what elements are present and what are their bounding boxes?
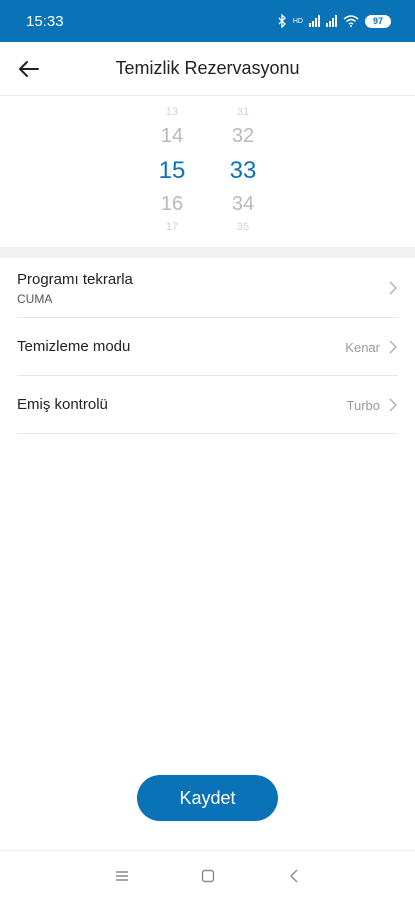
minute-next[interactable]: 34 xyxy=(213,193,273,216)
menu-icon[interactable] xyxy=(113,867,131,885)
network-type-label: HD xyxy=(292,17,303,25)
cleaning-mode-label: Temizleme modu xyxy=(17,338,131,355)
status-icons: HD 97 xyxy=(278,14,391,28)
home-icon[interactable] xyxy=(199,867,217,885)
hour-far-prev: 13 xyxy=(165,106,179,118)
chevron-right-icon xyxy=(389,340,397,354)
signal-icon xyxy=(309,15,320,27)
cleaning-mode-value: Kenar xyxy=(345,340,380,355)
suction-control-value: Turbo xyxy=(346,398,380,413)
bluetooth-icon xyxy=(278,14,286,28)
back-arrow-icon[interactable] xyxy=(16,56,42,82)
page-title: Temizlik Rezervasyonu xyxy=(115,58,300,78)
minute-prev[interactable]: 32 xyxy=(213,125,273,148)
app-bar: Temizlik Rezervasyonu xyxy=(0,42,415,96)
hour-selected[interactable]: 15 xyxy=(142,157,202,185)
repeat-program-value: CUMA xyxy=(17,292,53,306)
cleaning-mode-row[interactable]: Temizleme modu Kenar xyxy=(17,318,398,376)
status-time: 15:33 xyxy=(26,12,64,30)
repeat-program-row[interactable]: Programı tekrarla CUMA xyxy=(17,258,398,318)
hour-far-next: 17 xyxy=(165,221,179,233)
chevron-right-icon xyxy=(389,398,397,412)
battery-icon: 97 xyxy=(365,14,391,28)
minute-far-next: 35 xyxy=(236,221,250,233)
chevron-right-icon xyxy=(389,281,397,295)
nav-back-icon[interactable] xyxy=(286,867,304,885)
hour-prev[interactable]: 14 xyxy=(142,125,202,148)
suction-control-row[interactable]: Emiş kontrolü Turbo xyxy=(17,376,398,434)
time-picker[interactable]: 13 14 15 16 17 31 32 33 34 35 xyxy=(0,97,415,247)
minute-far-prev: 31 xyxy=(236,106,250,118)
section-divider xyxy=(0,247,415,258)
hour-next[interactable]: 16 xyxy=(142,193,202,216)
settings-list: Programı tekrarla CUMA Temizleme modu Ke… xyxy=(17,258,398,434)
suction-control-label: Emiş kontrolü xyxy=(17,396,108,413)
wifi-icon xyxy=(343,15,359,27)
repeat-program-label: Programı tekrarla xyxy=(17,271,133,288)
system-nav-bar xyxy=(0,850,415,900)
signal-icon-2 xyxy=(326,15,337,27)
save-button[interactable]: Kaydet xyxy=(137,775,278,821)
status-bar: 15:33 HD 97 xyxy=(0,0,415,42)
minute-selected[interactable]: 33 xyxy=(213,157,273,185)
